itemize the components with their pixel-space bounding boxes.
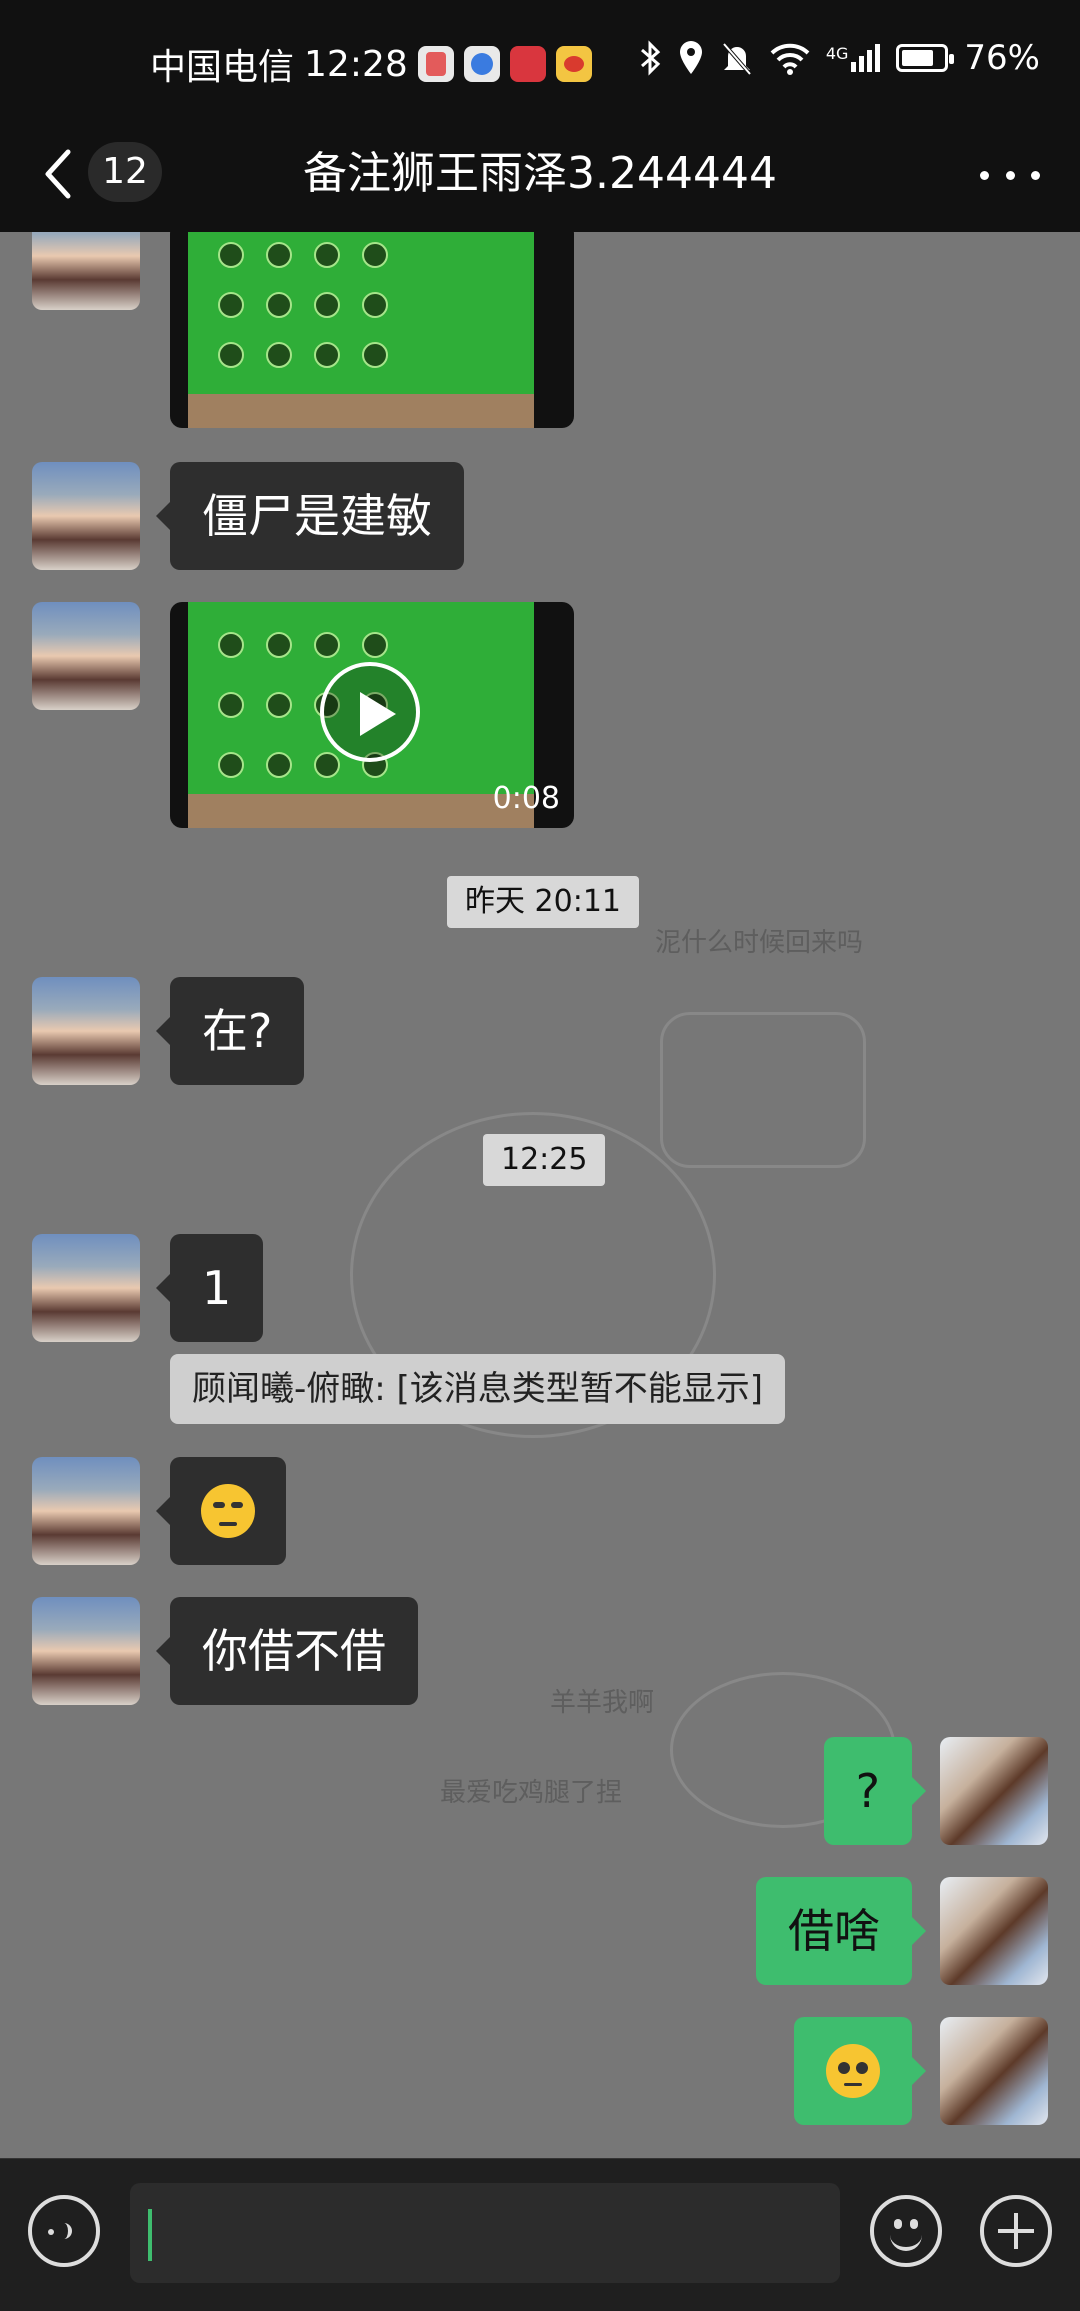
emoji-picker-icon[interactable]: [870, 2195, 942, 2267]
huawei-icon: [509, 46, 546, 82]
message-bubble[interactable]: 你借不借: [156, 1597, 418, 1705]
my-avatar[interactable]: [940, 2017, 1048, 2125]
carrier-label: 中国电信: [150, 47, 295, 88]
timestamp: 12:25: [483, 1134, 606, 1186]
clock: 12:28: [304, 43, 408, 85]
contact-avatar[interactable]: [32, 462, 140, 570]
status-right: 4G 76%: [640, 38, 1040, 78]
wallpaper-text-2: 羊羊我啊: [550, 1688, 655, 1718]
wifi-icon: [770, 43, 810, 75]
unread-count-badge[interactable]: 12: [88, 142, 162, 202]
signal-icon: 4G: [826, 44, 881, 72]
image-message[interactable]: [170, 232, 574, 428]
weibo-icon: [555, 46, 592, 82]
sweat-emoji-icon: [201, 1484, 255, 1538]
network-type: 4G: [825, 44, 849, 63]
app-red-icon: [417, 46, 454, 82]
system-message: 顾闻曦-俯瞰: [该消息类型暂不能显示]: [170, 1354, 786, 1424]
video-message[interactable]: 0:08: [170, 602, 574, 828]
wallpaper-text-3: 最爱吃鸡腿了捏: [440, 1778, 623, 1808]
emoji-message[interactable]: [156, 1457, 286, 1565]
play-icon[interactable]: [320, 662, 420, 762]
message-bubble[interactable]: 僵尸是建敏: [156, 462, 464, 570]
contact-avatar[interactable]: [32, 977, 140, 1085]
bluetooth-icon: [640, 40, 661, 76]
location-icon: [679, 41, 702, 74]
battery-icon: [896, 44, 955, 72]
more-actions-icon[interactable]: [980, 2195, 1052, 2267]
video-duration: 0:08: [492, 781, 560, 816]
contact-avatar[interactable]: [32, 232, 140, 310]
timestamp: 昨天 20:11: [447, 876, 639, 928]
message-input[interactable]: [130, 2183, 840, 2283]
battery-fill: [902, 50, 933, 66]
chat-area[interactable]: 泥什么时候回来吗 羊羊我啊 最爱吃鸡腿了捏 僵尸是建敏 0:08 昨天 20:1…: [0, 232, 1080, 2158]
sent-message-bubble[interactable]: ?: [823, 1737, 927, 1845]
status-bar: 中国电信 12:28 4G 76%: [0, 0, 1080, 120]
app-blue-icon: [463, 46, 500, 82]
my-avatar[interactable]: [940, 1877, 1048, 1985]
game-screenshot: [188, 232, 534, 398]
wallpaper-window-doodle: [660, 1012, 866, 1168]
wallpaper-text-1: 泥什么时候回来吗: [655, 928, 864, 958]
text-cursor: [148, 2209, 152, 2261]
more-options-icon[interactable]: [980, 150, 1040, 200]
message-bubble[interactable]: 1: [155, 1234, 264, 1342]
contact-avatar[interactable]: [32, 1597, 140, 1705]
back-icon[interactable]: [38, 144, 78, 204]
battery-percent: 76%: [964, 38, 1040, 78]
contact-avatar[interactable]: [32, 1457, 140, 1565]
sent-message-bubble[interactable]: 借啥: [756, 1877, 926, 1985]
pleading-emoji-icon: [826, 2044, 880, 2098]
input-bar: [0, 2158, 1080, 2311]
chat-header: 12 备注狮王雨泽3.244444: [0, 120, 1080, 232]
mute-icon: [722, 42, 752, 76]
contact-avatar[interactable]: [32, 602, 140, 710]
status-left: 中国电信 12:28: [150, 38, 592, 90]
sent-emoji-message[interactable]: [794, 2017, 926, 2125]
chat-title: 备注狮王雨泽3.244444: [303, 148, 777, 199]
my-avatar[interactable]: [940, 1737, 1048, 1845]
voice-input-icon[interactable]: [28, 2195, 100, 2267]
contact-avatar[interactable]: [32, 1234, 140, 1342]
message-bubble[interactable]: 在?: [155, 977, 305, 1085]
